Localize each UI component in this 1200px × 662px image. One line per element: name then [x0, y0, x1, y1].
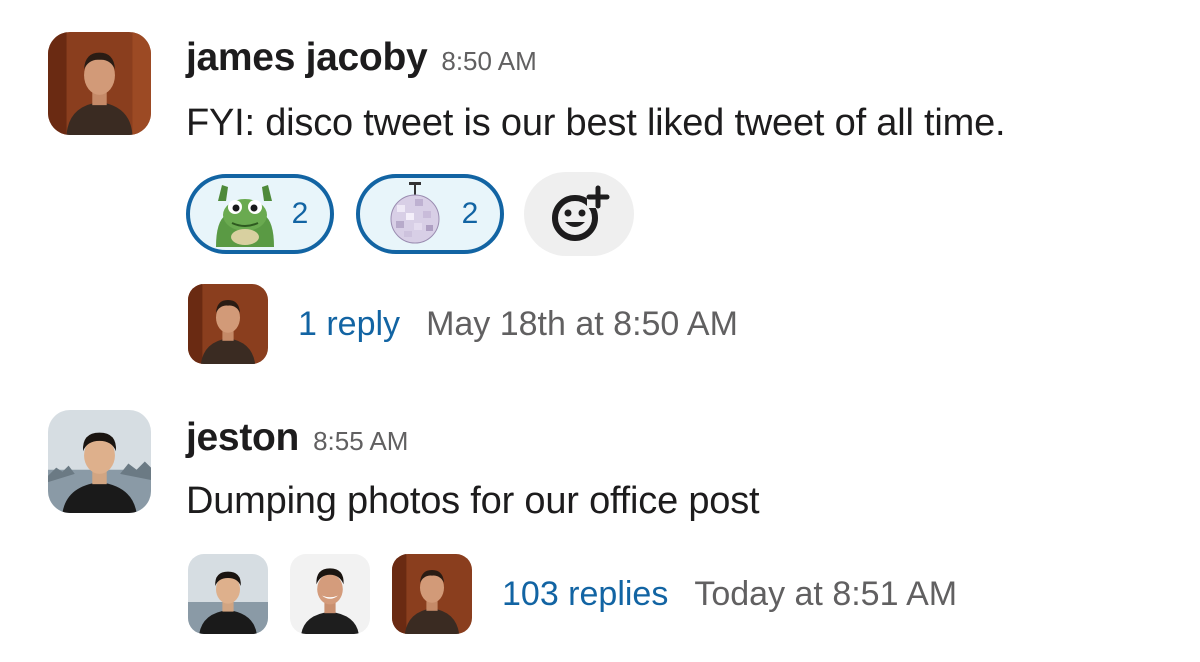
- person-photo-icon: [392, 554, 472, 634]
- message-text: Dumping photos for our office post: [186, 480, 760, 522]
- last-reply-time: Today at 8:51 AM: [694, 574, 958, 613]
- author-name[interactable]: jeston: [186, 416, 299, 460]
- person-photo-icon: [188, 554, 268, 634]
- person-photo-icon: [48, 410, 151, 513]
- replier-avatar: [290, 554, 370, 634]
- replier-avatar: [392, 554, 472, 634]
- person-photo-icon: [290, 554, 370, 634]
- message-timestamp[interactable]: 8:55 AM: [313, 426, 408, 457]
- message-jeston: jeston 8:55 AM Dumping photos for our of…: [0, 0, 1200, 662]
- reply-count-link[interactable]: 103 replies: [502, 575, 668, 614]
- replier-avatar: [188, 554, 268, 634]
- thread-summary[interactable]: 103 replies Today at 8:51 AM: [188, 554, 957, 634]
- jeston-avatar[interactable]: [48, 410, 151, 513]
- message-header: jeston 8:55 AM: [186, 416, 408, 460]
